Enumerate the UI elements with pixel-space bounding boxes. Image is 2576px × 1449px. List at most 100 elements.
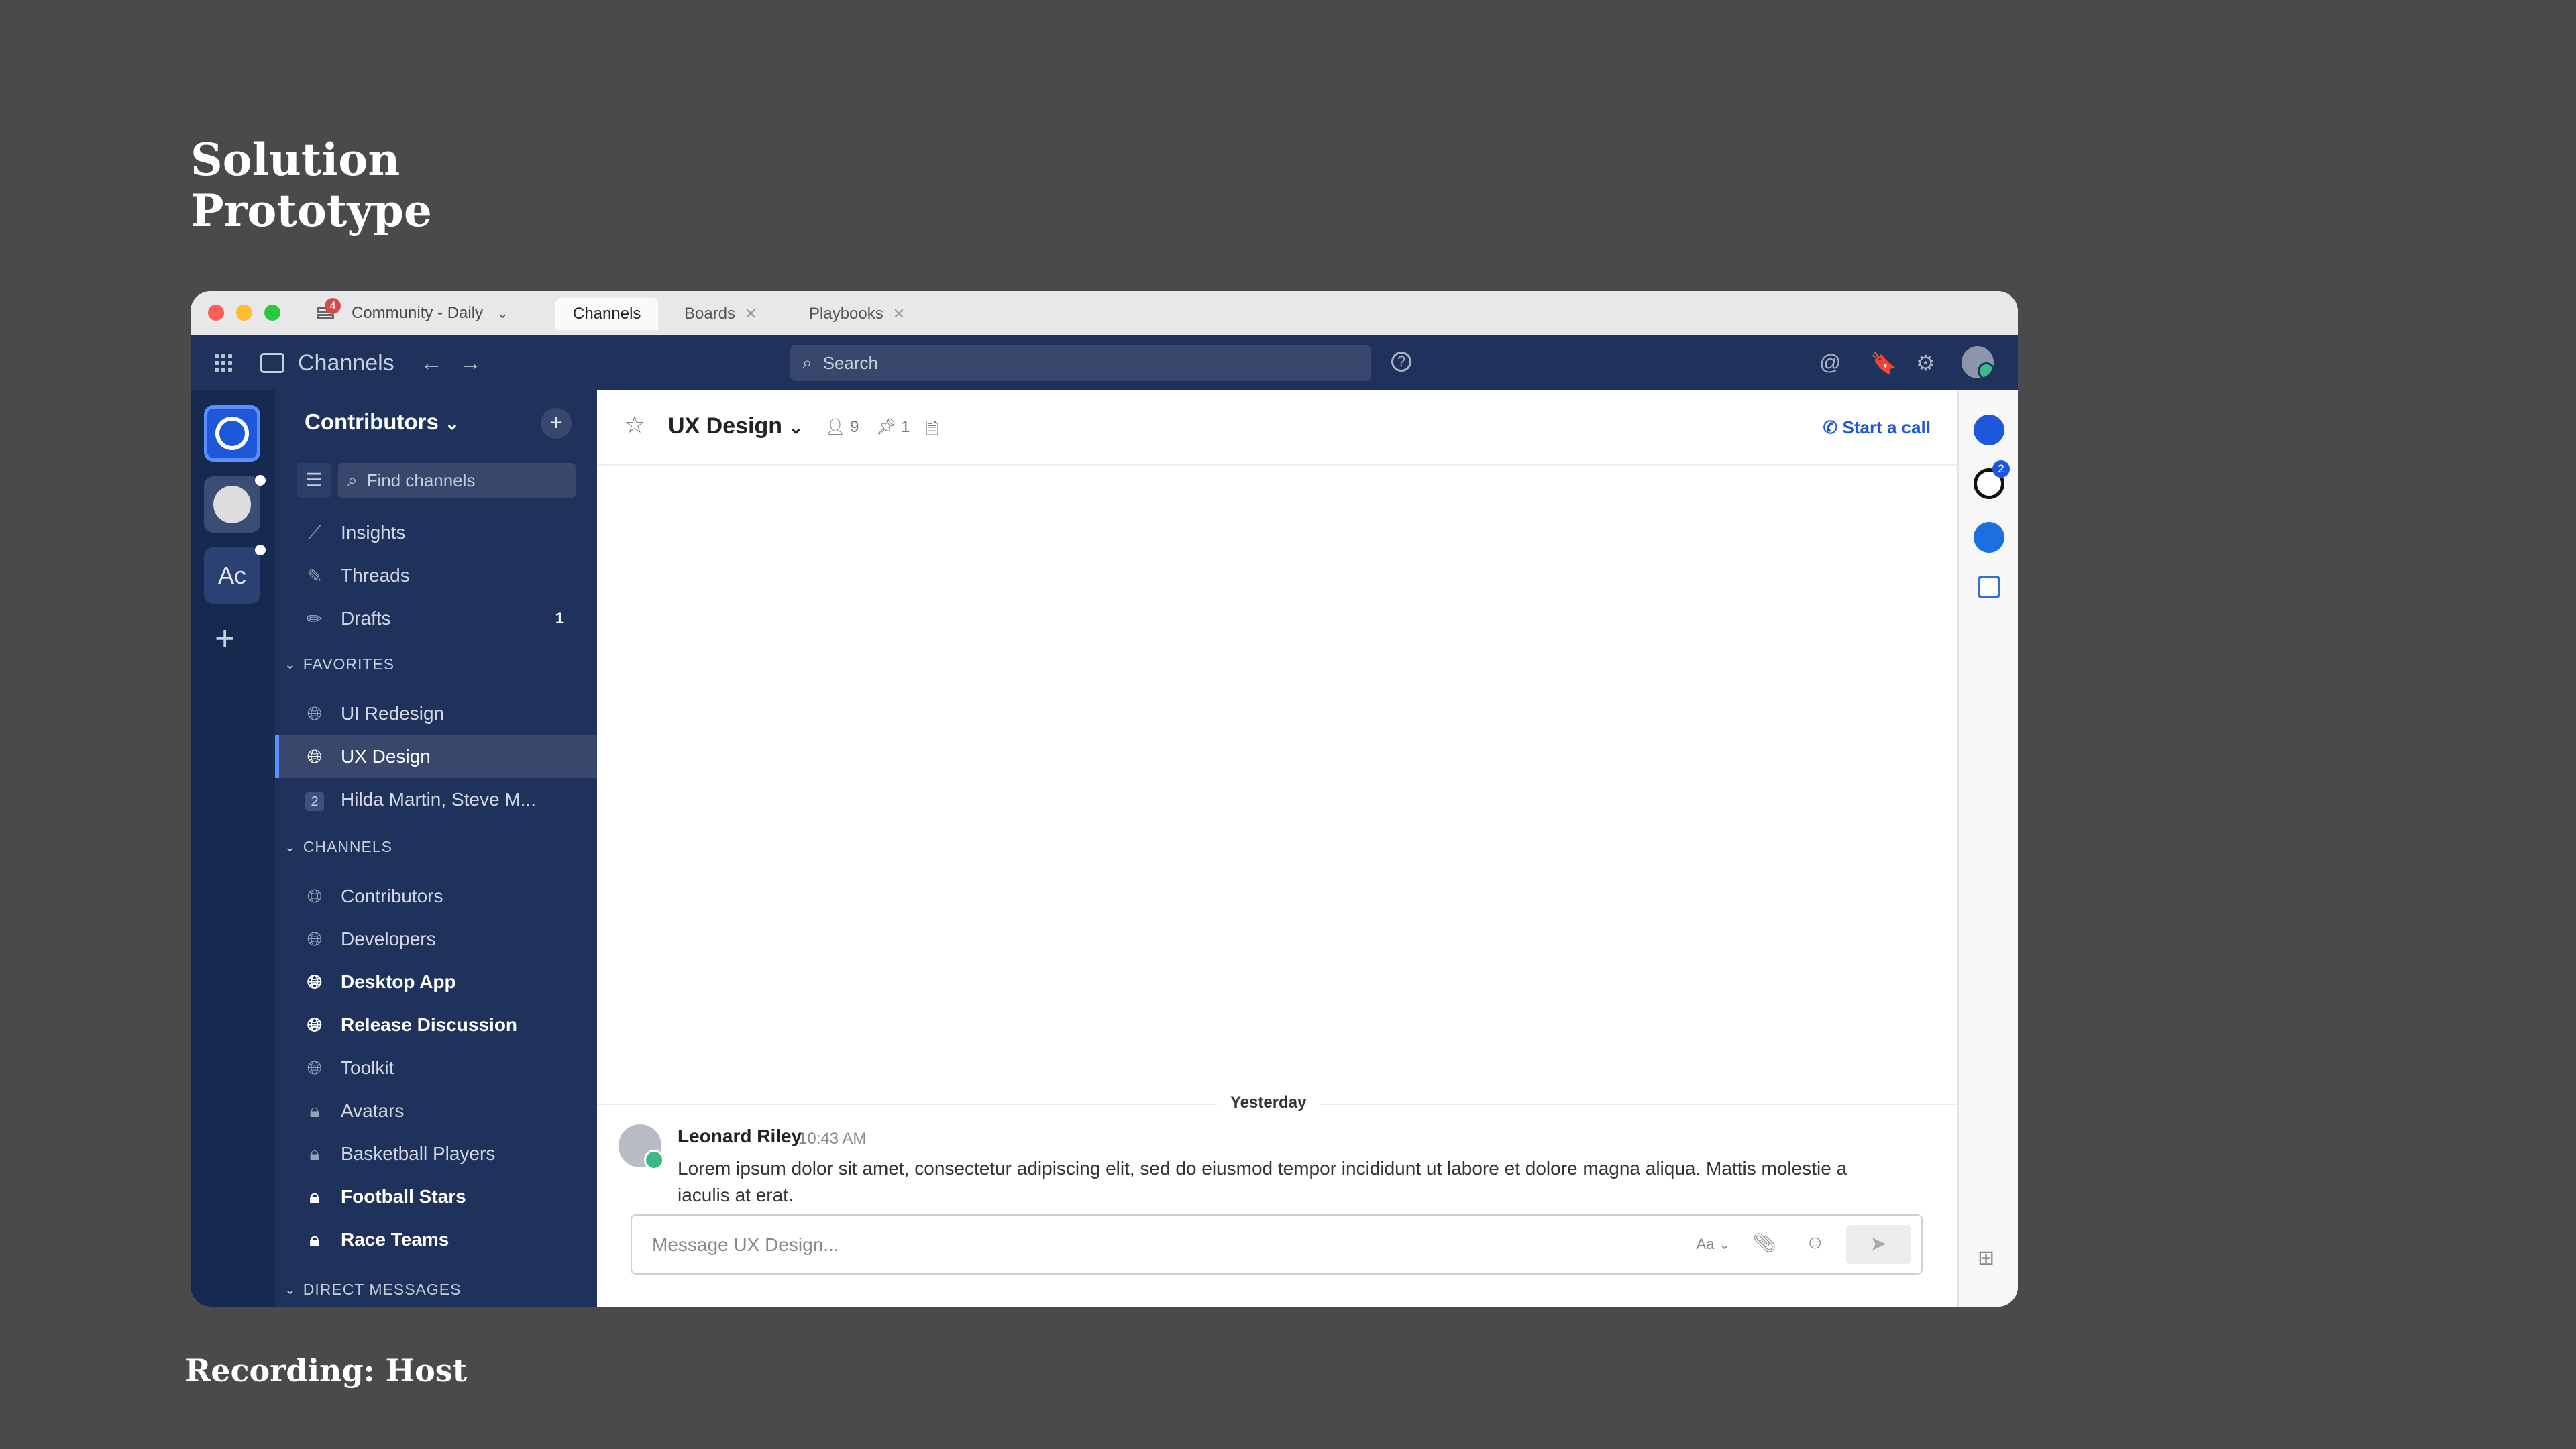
server-name: Community - Daily <box>352 304 484 322</box>
team-button-incognito[interactable] <box>204 476 260 533</box>
back-arrow-icon[interactable]: ← <box>420 350 443 376</box>
team-menu[interactable]: Contributors ⌄ <box>305 409 460 435</box>
close-tab-icon[interactable]: ✕ <box>893 305 905 322</box>
send-button[interactable]: ➤ <box>1846 1225 1911 1264</box>
slide-title-line2: Prototype <box>191 184 432 237</box>
team-name: Contributors <box>305 409 439 434</box>
favorites-section-header[interactable]: ⌄ FAVORITES <box>284 651 394 678</box>
add-channel-button[interactable]: + <box>541 408 572 439</box>
saved-messages-icon[interactable]: 🔖 <box>1870 350 1897 376</box>
tab-playbooks[interactable]: Playbooks ✕ <box>792 298 922 330</box>
calendar-app-icon[interactable] <box>1978 576 2000 598</box>
slide-title-line1: Solution <box>191 133 400 186</box>
favorite-star-icon[interactable]: ☆ <box>624 411 645 439</box>
send-icon: ➤ <box>1870 1233 1887 1255</box>
sidebar-item-race-teams[interactable]: 🔒︎ Race Teams <box>275 1218 597 1261</box>
format-label: Aa <box>1696 1236 1715 1252</box>
formatting-toggle[interactable]: Aa ⌄ <box>1697 1236 1731 1253</box>
product-switcher-icon[interactable] <box>215 354 232 372</box>
find-channels-input[interactable]: ⌕ Find channels <box>338 463 576 498</box>
sidebar-item-desktop-app[interactable]: 🌐︎ Desktop App <box>275 961 597 1004</box>
forward-arrow-icon[interactable]: → <box>459 350 482 376</box>
channel-name: UX Design <box>668 413 783 439</box>
chevron-down-icon: ⌄ <box>284 839 297 855</box>
post-author-name[interactable]: Leonard Riley <box>678 1126 802 1147</box>
sidebar-item-label: Developers <box>341 928 436 949</box>
sidebar-item-football-stars[interactable]: 🔒︎ Football Stars <box>275 1175 597 1218</box>
app-window: 4 Community - Daily ⌄ Channels Boards ✕ P… <box>191 291 2018 1307</box>
maximize-window-button[interactable] <box>264 305 280 321</box>
search-icon: ⌕ <box>347 470 358 490</box>
chevron-down-icon: ⌄ <box>284 657 297 672</box>
attachment-icon[interactable]: 📎︎ <box>1752 1232 1776 1254</box>
team-unread-dot <box>255 475 266 486</box>
drafts-count: 1 <box>555 610 564 627</box>
sidebar-item-label: Contributors <box>341 885 443 906</box>
start-call-button[interactable]: ✆ Start a call <box>1823 417 1931 438</box>
channel-sidebar: Contributors ⌄ + ☰ ⌕ Find channels ⟋ Ins… <box>275 390 597 1307</box>
globe-icon: 🌐︎ <box>307 971 323 992</box>
sidebar-item-toolkit[interactable]: 🌐︎ Toolkit <box>275 1046 597 1089</box>
globe-icon: 🌐︎ <box>307 1057 323 1078</box>
sidebar-item-label: Drafts <box>341 608 391 629</box>
channel-files-icon[interactable]: 🗎 <box>926 417 938 445</box>
globe-icon: 🌐︎ <box>307 1014 323 1035</box>
channel-name-menu[interactable]: UX Design ⌄ <box>668 413 803 439</box>
add-team-icon[interactable]: + <box>215 619 235 659</box>
sidebar-item-release-discussion[interactable]: 🌐︎ Release Discussion <box>275 1004 597 1046</box>
tab-boards[interactable]: Boards ✕ <box>667 298 774 330</box>
zoom-app-icon[interactable] <box>1974 522 2004 553</box>
close-tab-icon[interactable]: ✕ <box>745 305 757 322</box>
settings-gear-icon[interactable]: ⚙ <box>1916 350 1935 376</box>
sidebar-item-drafts[interactable]: ✏ Drafts 1 <box>275 597 597 640</box>
server-selector[interactable]: 4 Community - Daily ⌄ <box>315 298 508 329</box>
sidebar-item-basketball-players[interactable]: 🔒︎ Basketball Players <box>275 1132 597 1175</box>
sidebar-item-label: UI Redesign <box>341 703 445 724</box>
pinned-count-button[interactable]: 📌︎ 1 <box>876 417 910 437</box>
help-icon[interactable]: ? <box>1391 352 1411 372</box>
close-window-button[interactable] <box>208 305 224 321</box>
online-status-icon <box>644 1150 664 1170</box>
sidebar-item-avatars[interactable]: 🔒︎ Avatars <box>275 1089 597 1132</box>
phone-icon: ✆ <box>1823 417 1838 437</box>
channel-view: ☆ UX Design ⌄ 👤︎ 9 📌︎ 1 🗎 ✆ Start a call… <box>597 390 1957 1307</box>
post-timestamp[interactable]: 10:43 AM <box>798 1130 866 1148</box>
minimize-window-button[interactable] <box>236 305 252 321</box>
sidebar-item-group-dm[interactable]: 2 Hilda Martin, Steve M... <box>275 778 597 821</box>
sidebar-item-ux-design[interactable]: 🌐︎ UX Design <box>275 735 597 778</box>
message-input[interactable] <box>651 1228 1660 1263</box>
channels-section-header[interactable]: ⌄ CHANNELS <box>284 833 392 860</box>
filter-unreads-icon[interactable]: ☰ <box>297 463 331 498</box>
post-author-avatar[interactable] <box>619 1124 664 1170</box>
sidebar-item-threads[interactable]: ✎ Threads <box>275 554 597 597</box>
chevron-down-icon: ⌄ <box>284 1282 297 1297</box>
app-marketplace-icon[interactable]: ⊞ <box>1978 1246 1994 1270</box>
search-box[interactable]: ⌕ Search <box>790 345 1371 381</box>
sidebar-item-label: Race Teams <box>341 1229 449 1250</box>
team-unread-dot <box>255 545 266 555</box>
sidebar-item-label: Basketball Players <box>341 1143 496 1164</box>
mentions-icon[interactable]: @ <box>1819 350 1841 375</box>
tab-channels[interactable]: Channels <box>555 298 659 330</box>
direct-messages-section-header[interactable]: ⌄ DIRECT MESSAGES <box>284 1276 461 1303</box>
playbooks-app-icon[interactable] <box>1974 415 2004 445</box>
lock-icon: 🔒︎ <box>309 1185 320 1207</box>
user-avatar[interactable] <box>1962 346 1994 378</box>
sidebar-item-contributors[interactable]: 🌐︎ Contributors <box>275 875 597 918</box>
pin-icon: 📌︎ <box>876 418 897 436</box>
sidebar-item-label: Toolkit <box>341 1057 394 1078</box>
global-header: Channels ← → ⌕ Search ? @ 🔖 ⚙ <box>191 335 2018 390</box>
sidebar-item-developers[interactable]: 🌐︎ Developers <box>275 918 597 961</box>
team-button-ac[interactable]: Ac <box>204 547 260 604</box>
emoji-icon[interactable]: ☺ <box>1805 1232 1825 1253</box>
team-button-active[interactable] <box>204 405 260 462</box>
sidebar-item-ui-redesign[interactable]: 🌐︎ UI Redesign <box>275 692 597 735</box>
member-count-button[interactable]: 👤︎ 9 <box>825 417 859 437</box>
post-message-text: Lorem ipsum dolor sit amet, consectetur … <box>678 1158 1847 1205</box>
day-separator-label: Yesterday <box>1217 1093 1320 1112</box>
sidebar-item-label: Insights <box>341 522 406 543</box>
lock-icon: 🔒︎ <box>309 1142 320 1164</box>
group-dm-icon: 2 <box>303 789 326 811</box>
insights-icon: ⟋ <box>308 521 321 543</box>
sidebar-item-insights[interactable]: ⟋ Insights <box>275 511 597 554</box>
